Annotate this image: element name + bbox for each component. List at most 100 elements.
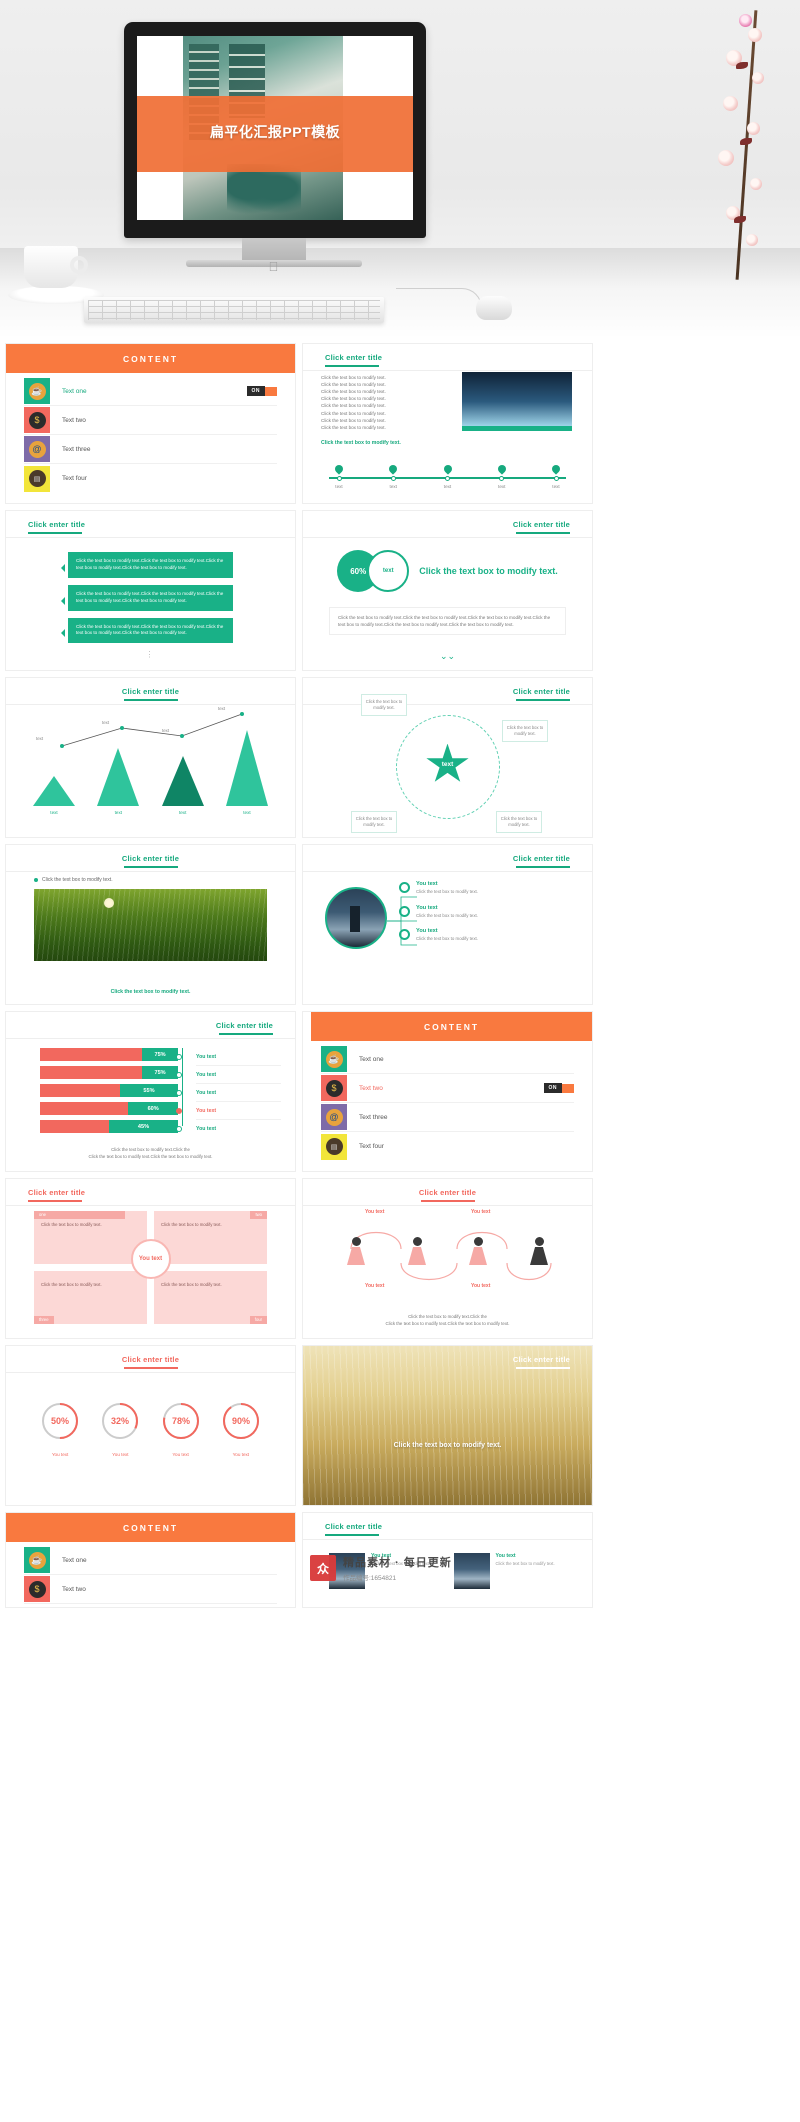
percent-knob[interactable]	[176, 1072, 182, 1078]
slide-content-1[interactable]: CONTENT ☕ Text one ON $ Text two @ Text …	[5, 343, 296, 504]
blossom-icon	[718, 150, 734, 166]
content-row-label: Text one	[359, 1055, 384, 1063]
timeline-point[interactable]: text	[325, 463, 353, 489]
divider	[6, 871, 295, 872]
slide-donut-gauges[interactable]: Click enter title 50% You text 32% You t…	[5, 1345, 296, 1506]
percent-rail	[182, 1048, 184, 1126]
triangle-bars: text text text text	[32, 723, 269, 815]
on-pill-label: ON	[246, 386, 265, 396]
on-toggle-2[interactable]: ON	[543, 1083, 574, 1093]
content-row-1[interactable]: ☕ Text one ON	[24, 377, 277, 406]
slide-text-timeline[interactable]: Click enter title Click the text box to …	[302, 343, 593, 504]
person-figure	[465, 1237, 491, 1265]
people-bottom-label: You text	[365, 1283, 385, 1289]
wheat-photo	[303, 1346, 592, 1505]
footer-line: Click the text box to modify text.Click …	[408, 1313, 487, 1319]
timeline-point[interactable]: text	[379, 463, 407, 489]
timeline-point[interactable]: text	[488, 463, 516, 489]
on-pill-label: ON	[543, 1083, 562, 1093]
email-at-icon: @	[321, 1104, 347, 1130]
content-row-2[interactable]: $ Text two	[24, 406, 277, 435]
slide-quadrant[interactable]: Click enter title one Click the text box…	[5, 1178, 296, 1339]
map-pin-icon	[550, 463, 562, 475]
content-row-4[interactable]: ▤ Text four	[321, 1132, 574, 1161]
watermark-badge-icon: 众	[310, 1555, 336, 1581]
on-toggle-1[interactable]: ON	[246, 386, 277, 396]
city-row[interactable]: You text Click the text box to modify te…	[399, 905, 576, 920]
triangle-shape	[225, 730, 268, 806]
content-row-3[interactable]: @ Text three	[24, 435, 277, 464]
monitor-neck	[242, 238, 306, 260]
percent-value: 55%	[120, 1084, 178, 1097]
city-row[interactable]: You text Click the text box to modify te…	[399, 881, 576, 896]
mouse-photo	[476, 296, 512, 320]
slide-venn[interactable]: Click enter title 60% text Click the tex…	[302, 510, 593, 671]
triangle-bar: text	[161, 756, 205, 815]
content-row-2[interactable]: $ Text two	[24, 1575, 277, 1604]
content-row-3[interactable]: @ Text three	[321, 1103, 574, 1132]
slide-star-diagram[interactable]: Click enter title text Click the text bo…	[302, 677, 593, 838]
divider	[303, 871, 592, 872]
triangle-shape	[97, 748, 140, 806]
percent-knob[interactable]	[176, 1090, 182, 1096]
slide-city-list[interactable]: Click enter title You text Click the tex…	[302, 844, 593, 1005]
slide-content-2[interactable]: CONTENT ☕ Text one $ Text two ON @ Text …	[302, 1011, 593, 1172]
donut-group: 50% You text 32% You text 78% You text 9…	[30, 1400, 271, 1457]
image-card[interactable]: You text Click the text box to modify te…	[453, 1553, 567, 1589]
content-row-2[interactable]: $ Text two ON	[321, 1074, 574, 1103]
slide-grass-image[interactable]: Click enter title Click the text box to …	[5, 844, 296, 1005]
person-head	[534, 1237, 544, 1246]
slide-title: Click enter title	[215, 1021, 273, 1030]
person-body	[408, 1247, 426, 1265]
city-row-text: Click the text box to modify text.	[416, 889, 478, 894]
quadrant-text: Click the text box to modify text.	[41, 1222, 102, 1227]
bullet-row: Click the text box to modify text.	[34, 877, 113, 883]
slide-bubbles[interactable]: Click enter title Click the text box to …	[5, 510, 296, 671]
content-row-1[interactable]: ☕ Text one	[321, 1045, 574, 1074]
slide-percent-bars[interactable]: Click enter title 75% 75% 55% 60% 45% Yo…	[5, 1011, 296, 1172]
slide-triangle-chart[interactable]: Click enter title text text text text te…	[5, 677, 296, 838]
quadrant-cell[interactable]: two Click the text box to modify text.	[154, 1211, 267, 1264]
pink-bud-icon	[739, 14, 752, 27]
divider	[6, 704, 295, 705]
percent-knob[interactable]	[176, 1054, 182, 1060]
para-line: Click the text box to modify text.	[321, 410, 386, 416]
title-underline	[325, 1534, 379, 1536]
slide-wheat-photo[interactable]: Click enter title Click the text box to …	[302, 1345, 593, 1506]
timeline-label: text	[552, 484, 560, 489]
content-header-bar: CONTENT	[311, 1012, 592, 1041]
timeline-point[interactable]: text	[434, 463, 462, 489]
content-header-bar: CONTENT	[6, 1513, 295, 1542]
divider	[303, 1205, 592, 1206]
triangle-shape	[161, 756, 204, 806]
city-photo-circle	[325, 887, 387, 949]
percent-bar-group: 75% 75% 55% 60% 45%	[40, 1048, 178, 1138]
timeline-point[interactable]: text	[542, 463, 570, 489]
content-row-4[interactable]: ▤ Text four	[24, 464, 277, 493]
city-row[interactable]: You text Click the text box to modify te…	[399, 928, 576, 943]
content-header-label: CONTENT	[122, 1522, 179, 1533]
percent-knob[interactable]	[176, 1126, 182, 1132]
blossom-icon	[748, 28, 762, 42]
people-top-label: You text	[471, 1209, 491, 1215]
coffee-cup-icon: ☕	[24, 378, 50, 404]
quadrant-cell[interactable]: three Click the text box to modify text.	[34, 1271, 147, 1324]
person-figure	[343, 1237, 369, 1265]
content-row-1[interactable]: ☕ Text one	[24, 1546, 277, 1575]
keys-shape	[88, 300, 380, 320]
hero-banner: 扁平化汇报PPT模板 	[0, 0, 800, 338]
slide-content-3[interactable]: CONTENT ☕ Text one $ Text two	[5, 1512, 296, 1608]
percent-label-list: You text You text You text You text You …	[196, 1048, 281, 1138]
quadrant-cell[interactable]: four Click the text box to modify text.	[154, 1271, 267, 1324]
triangle-bar: text	[96, 748, 140, 815]
content-header-label: CONTENT	[122, 353, 179, 364]
map-pin-icon	[441, 463, 454, 475]
monitor-bezel: 扁平化汇报PPT模板	[124, 22, 426, 238]
slide-people[interactable]: Click enter title You text You text You …	[302, 1178, 593, 1339]
percent-knob-active[interactable]	[176, 1108, 182, 1114]
content-item-list: ☕ Text one $ Text two	[24, 1546, 277, 1604]
slide-title-text: Click enter title	[28, 1188, 86, 1197]
percent-bar: 45%	[40, 1120, 178, 1133]
quadrant-text: Click the text box to modify text.	[41, 1282, 102, 1287]
center-star: text	[426, 743, 470, 786]
